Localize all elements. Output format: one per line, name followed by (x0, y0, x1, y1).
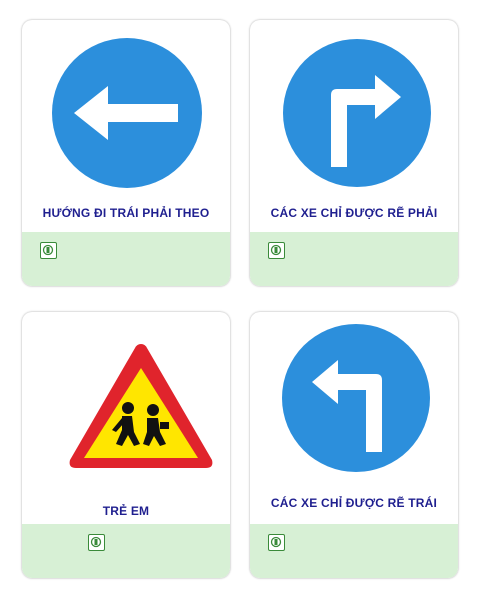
turn-left-sign-icon (282, 324, 430, 472)
sign-caption: TRẺ EM (102, 504, 150, 518)
sign-caption: CÁC XE CHỈ ĐƯỢC RẼ TRÁI (270, 496, 438, 510)
publisher-logo-icon (268, 242, 285, 259)
card-footer-strip (250, 232, 458, 286)
card-children: TRẺ EM (22, 312, 230, 578)
publisher-logo-icon (88, 534, 105, 551)
sign-caption: CÁC XE CHỈ ĐƯỢC RẼ PHẢI (270, 206, 438, 220)
sign-caption: HƯỚNG ĐI TRÁI PHẢI THEO (42, 206, 210, 220)
card-footer-strip (22, 524, 230, 578)
publisher-logo-icon (40, 242, 57, 259)
card-footer-strip (250, 524, 458, 578)
turn-right-sign-icon (283, 39, 431, 187)
children-warning-sign-icon (69, 344, 213, 468)
card-left-direction: HƯỚNG ĐI TRÁI PHẢI THEO (22, 20, 230, 286)
card-turn-right: CÁC XE CHỈ ĐƯỢC RẼ PHẢI (250, 20, 458, 286)
card-turn-left: CÁC XE CHỈ ĐƯỢC RẼ TRÁI (250, 312, 458, 578)
left-arrow-sign-icon (52, 38, 202, 188)
publisher-logo-icon (268, 534, 285, 551)
card-footer-strip (22, 232, 230, 286)
